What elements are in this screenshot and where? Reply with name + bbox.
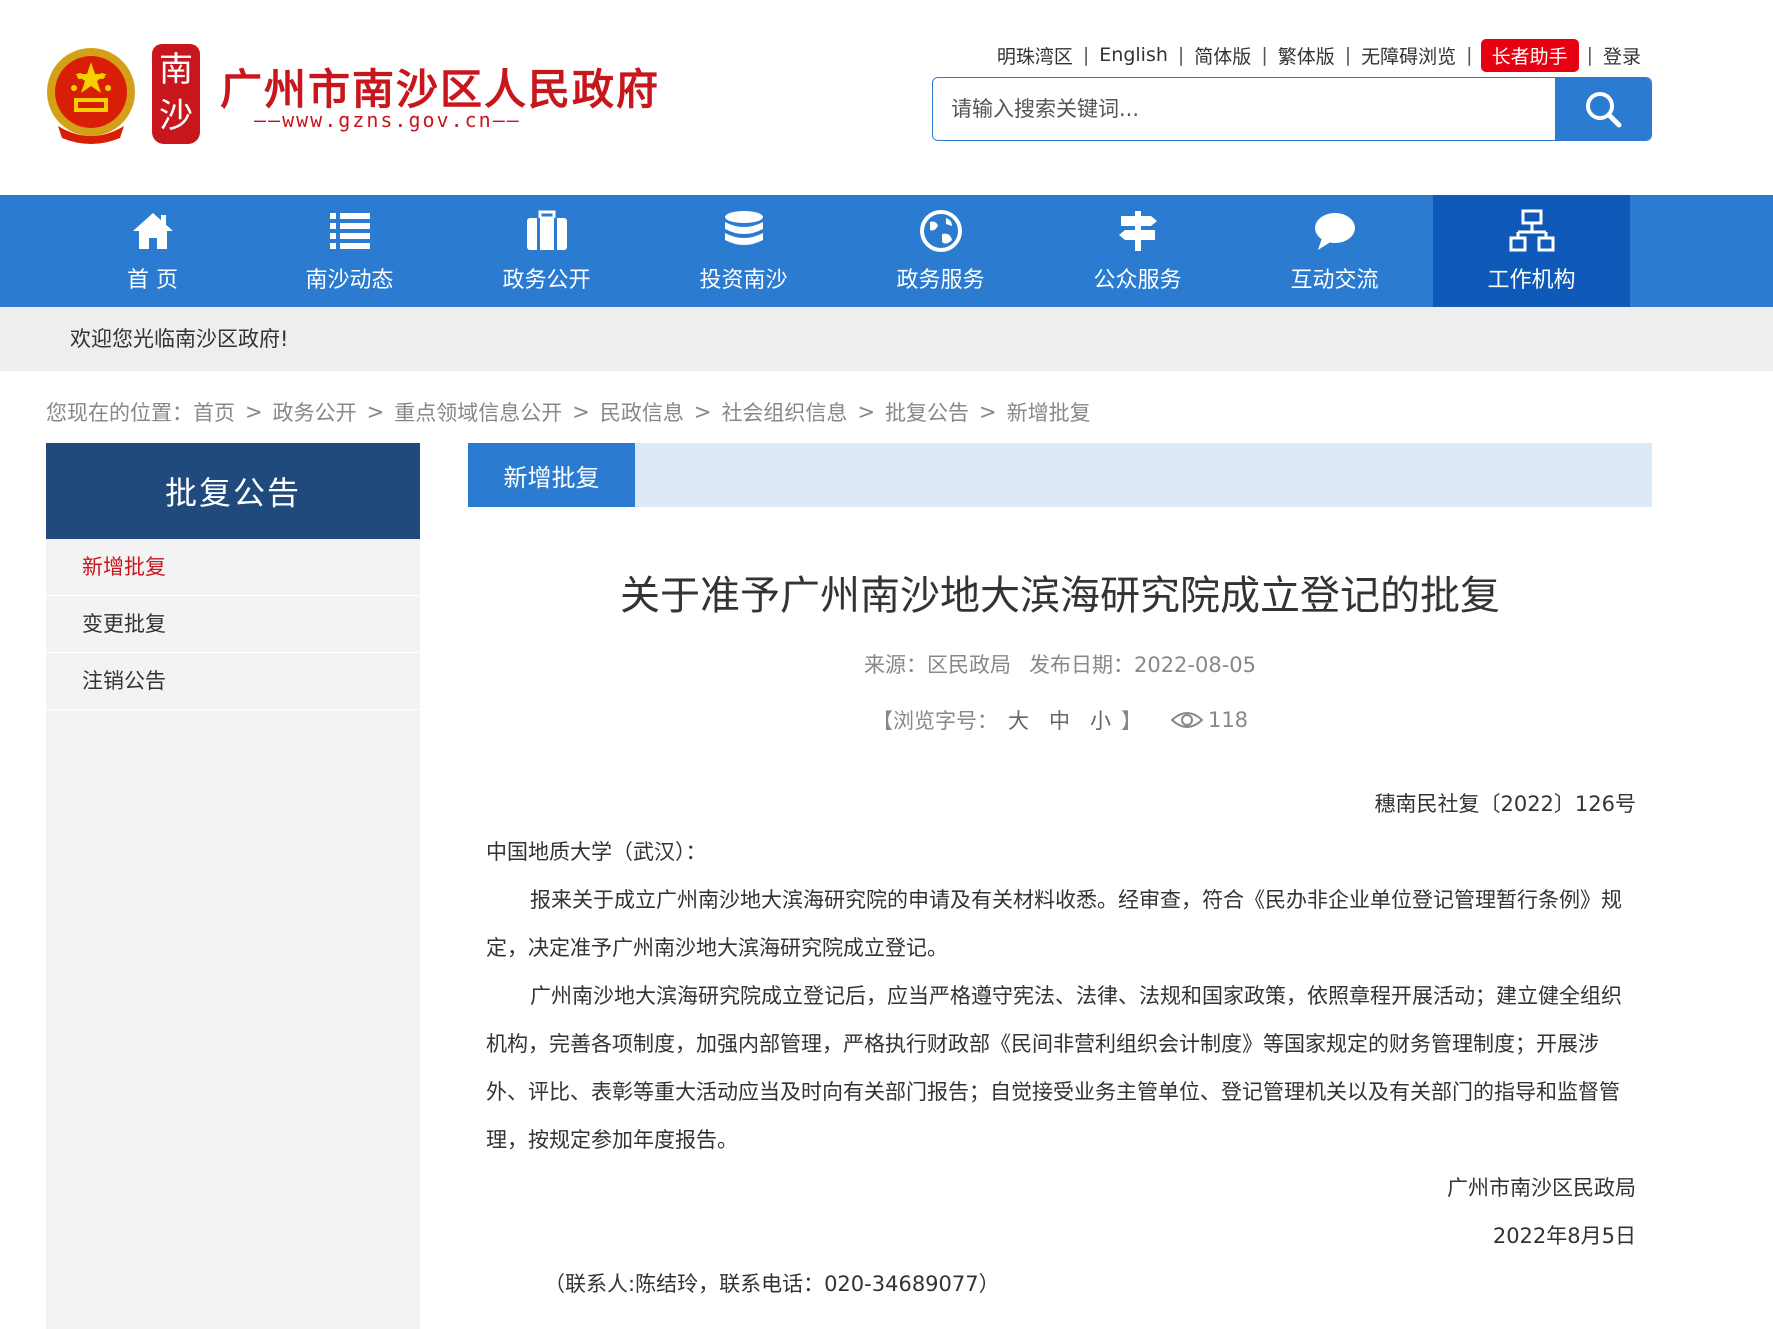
font-size-small-button[interactable]: 小: [1090, 705, 1111, 735]
site-logo[interactable]: 南 沙 广州市南沙区人民政府 ——www.gzns.gov.cn——: [44, 44, 658, 146]
font-size-medium-button[interactable]: 中: [1049, 705, 1070, 735]
main-nav: 首 页 南沙动态 政务公开 投资南沙 政务服务 公众服务 互动交流 工作机构: [0, 195, 1773, 307]
sign-date: 2022年8月5日: [1492, 1224, 1636, 1248]
separator: |: [1466, 44, 1473, 66]
eye-icon: [1170, 712, 1204, 728]
font-size-bar: 【浏览字号： 大 中 小 】 118: [468, 705, 1652, 735]
search-button[interactable]: [1555, 78, 1651, 140]
article-title: 关于准予广州南沙地大滨海研究院成立登记的批复: [620, 573, 1500, 619]
article-meta: 来源：区民政局 发布日期：2022-08-05: [468, 649, 1652, 679]
breadcrumb: 您现在的位置： 首页 > 政务公开 > 重点领域信息公开 > 民政信息 > 社会…: [46, 396, 1091, 428]
seal-char-2: 沙: [159, 96, 193, 136]
search-box: [932, 77, 1652, 141]
breadcrumb-separator: >: [245, 400, 263, 424]
paragraph: 广州南沙地大滨海研究院成立登记后，应当严格遵守宪法、法律、法规和国家政策，依照章…: [486, 984, 1622, 1152]
coins-icon: [724, 211, 763, 245]
login-link[interactable]: 登录: [1593, 42, 1651, 69]
nav-label: 投资南沙: [699, 268, 788, 293]
nav-item-public-services[interactable]: 公众服务: [1039, 195, 1236, 307]
breadcrumb-key-areas[interactable]: 重点领域信息公开: [394, 397, 562, 427]
article-source: 来源：区民政局: [863, 653, 1011, 677]
toplink-simplified[interactable]: 简体版: [1184, 42, 1261, 69]
nav-label: 政务服务: [896, 268, 985, 293]
globe-icon: [919, 210, 962, 252]
breadcrumb-social-orgs[interactable]: 社会组织信息: [721, 397, 847, 427]
nav-label: 政务公开: [502, 268, 591, 293]
top-links: 明珠湾区 | English | 简体版 | 繁体版 | 无障碍浏览 | 长者助…: [987, 38, 1651, 72]
article-body: 中国地质大学（武汉）： 报来关于成立广州南沙地大滨海研究院的申请及有关材料收悉。…: [486, 828, 1636, 1308]
home-icon: [132, 213, 173, 249]
toplink-english[interactable]: English: [1089, 44, 1178, 66]
signer: 广州市南沙区民政局: [1447, 1176, 1636, 1200]
nav-label: 互动交流: [1290, 268, 1379, 293]
sidebar: 批复公告 新增批复 变更批复 注销公告: [46, 443, 420, 1329]
sidebar-item-new-approvals[interactable]: 新增批复: [46, 539, 420, 596]
nav-item-home[interactable]: 首 页: [54, 195, 251, 307]
toplink-accessibility[interactable]: 无障碍浏览: [1351, 42, 1466, 69]
paragraph: 报来关于成立广州南沙地大滨海研究院的申请及有关材料收悉。经审查，符合《民办非企业…: [486, 888, 1622, 960]
signpost-icon: [1118, 211, 1157, 251]
search-icon: [1586, 92, 1622, 128]
document-number: 穗南民社复〔2022〕126号: [1374, 792, 1636, 816]
org-chart-icon: [1509, 209, 1554, 252]
sidebar-item-change-approvals[interactable]: 变更批复: [46, 596, 420, 653]
breadcrumb-civil-affairs[interactable]: 民政信息: [600, 397, 684, 427]
font-size-label: 【浏览字号：: [871, 709, 998, 733]
site-url: ——www.gzns.gov.cn——: [254, 108, 521, 132]
nav-label: 工作机构: [1487, 268, 1576, 293]
welcome-bar: 欢迎您光临南沙区政府!: [0, 307, 1773, 371]
article-date: 发布日期：2022-08-05: [1028, 653, 1257, 677]
nav-item-gov-services[interactable]: 政务服务: [842, 195, 1039, 307]
nav-item-gov-affairs[interactable]: 政务公开: [448, 195, 645, 307]
breadcrumb-separator: >: [857, 400, 876, 424]
site-header: 南 沙 广州市南沙区人民政府 ——www.gzns.gov.cn—— 明珠湾区 …: [0, 0, 1773, 195]
nav-item-invest[interactable]: 投资南沙: [645, 195, 842, 307]
addressee: 中国地质大学（武汉）：: [486, 840, 707, 864]
font-size-label-end: 】: [1120, 709, 1142, 733]
seal-char-1: 南: [159, 50, 193, 90]
contact-info: （联系人:陈结玲，联系电话：020-34689077）: [544, 1272, 1000, 1296]
briefcase-icon: [526, 210, 567, 250]
toplink-mingzhu-bay[interactable]: 明珠湾区: [987, 42, 1083, 69]
breadcrumb-separator: >: [572, 400, 590, 424]
breadcrumb-separator: >: [979, 400, 997, 424]
main-content: 新增批复 关于准予广州南沙地大滨海研究院成立登记的批复 来源：区民政局 发布日期：…: [468, 443, 1652, 1329]
breadcrumb-separator: >: [366, 400, 385, 424]
chat-icon: [1314, 213, 1355, 250]
breadcrumb-new-approvals[interactable]: 新增批复: [1007, 397, 1091, 427]
sidebar-item-cancellation-notices[interactable]: 注销公告: [46, 653, 420, 710]
view-count: 118: [1170, 708, 1248, 732]
content-tab-bar: 新增批复: [468, 443, 1652, 507]
nav-label: 南沙动态: [305, 268, 394, 293]
font-size-large-button[interactable]: 大: [1008, 705, 1029, 735]
toplink-traditional[interactable]: 繁体版: [1268, 42, 1345, 69]
breadcrumb-home[interactable]: 首页: [193, 397, 235, 427]
tab-new-approvals[interactable]: 新增批复: [468, 443, 635, 507]
elder-assistant-button[interactable]: 长者助手: [1480, 38, 1579, 72]
nav-item-interaction[interactable]: 互动交流: [1236, 195, 1433, 307]
breadcrumb-separator: >: [693, 400, 712, 424]
view-count-value: 118: [1207, 708, 1249, 732]
nansha-seal: 南 沙: [152, 44, 200, 144]
nav-item-agencies[interactable]: 工作机构: [1433, 195, 1630, 307]
nav-item-news[interactable]: 南沙动态: [251, 195, 448, 307]
breadcrumb-gov-affairs[interactable]: 政务公开: [273, 397, 357, 427]
list-icon: [329, 213, 370, 249]
search-input[interactable]: [933, 78, 1555, 140]
nav-label: 公众服务: [1093, 268, 1182, 293]
breadcrumb-approvals[interactable]: 批复公告: [885, 397, 969, 427]
breadcrumb-prefix: 您现在的位置：: [46, 401, 193, 425]
national-emblem-icon: [47, 48, 135, 144]
nav-label: 首 页: [127, 268, 178, 293]
sidebar-title: 批复公告: [46, 443, 420, 539]
